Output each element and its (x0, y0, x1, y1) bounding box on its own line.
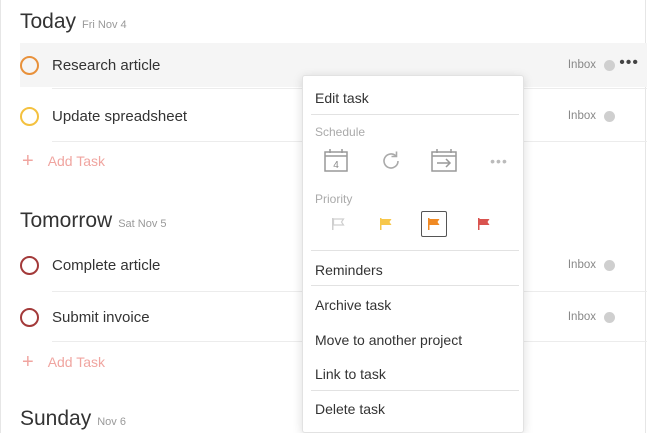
project-label: Inbox (567, 311, 596, 323)
plus-icon: + (22, 351, 34, 373)
menu-separator (311, 114, 519, 115)
calendar-day-number: 4 (333, 160, 339, 171)
priority-3-flag-icon[interactable] (375, 213, 397, 235)
project-color-dot (604, 311, 615, 323)
task-context-menu: Edit task Schedule 4 ••• Priority Remind… (302, 75, 524, 433)
project-label: Inbox (567, 59, 596, 71)
menu-separator (311, 390, 519, 391)
calendar-day-icon[interactable]: 4 (322, 147, 350, 175)
add-task-label: Add Task (47, 354, 106, 370)
task-name[interactable]: Complete article (52, 257, 160, 274)
task-name[interactable]: Update spreadsheet (52, 108, 187, 125)
menu-separator (311, 285, 519, 286)
priority-1-flag-icon[interactable] (473, 213, 495, 235)
repeat-icon[interactable] (377, 147, 405, 175)
task-project[interactable]: Inbox (568, 311, 615, 323)
task-checkbox[interactable] (20, 55, 39, 75)
plus-icon: + (22, 150, 34, 172)
project-color-dot (604, 59, 615, 71)
add-task-button[interactable]: + Add Task (22, 150, 106, 172)
project-color-dot (604, 110, 615, 122)
task-checkbox[interactable] (20, 255, 39, 275)
task-checkbox[interactable] (20, 106, 39, 126)
delete-task-menu-item[interactable]: Delete task (315, 401, 385, 417)
task-checkbox[interactable] (20, 307, 39, 327)
section-header-today: Today Fri Nov 4 (20, 10, 127, 34)
link-task-menu-item[interactable]: Link to task (315, 366, 386, 382)
menu-separator (311, 250, 519, 251)
section-date: Nov 6 (97, 416, 126, 428)
project-label: Inbox (567, 110, 596, 122)
priority-2-flag-icon[interactable] (421, 211, 447, 237)
postpone-icon[interactable] (429, 147, 459, 175)
more-options-icon[interactable]: ••• (487, 147, 511, 175)
schedule-label: Schedule (315, 125, 366, 139)
task-project[interactable]: Inbox (568, 259, 615, 271)
add-task-button[interactable]: + Add Task (22, 351, 106, 373)
add-task-label: Add Task (47, 153, 106, 169)
move-project-menu-item[interactable]: Move to another project (315, 332, 462, 348)
section-header-tomorrow: Tomorrow Sat Nov 5 (20, 209, 167, 233)
task-name[interactable]: Research article (52, 57, 160, 74)
project-color-dot (604, 259, 615, 271)
edit-task-menu-item[interactable]: Edit task (315, 90, 369, 106)
section-title: Sunday (20, 407, 92, 430)
section-date: Fri Nov 4 (82, 19, 127, 31)
section-title: Tomorrow (20, 209, 113, 232)
task-project[interactable]: Inbox (568, 110, 615, 122)
priority-label: Priority (315, 192, 353, 206)
archive-task-menu-item[interactable]: Archive task (315, 297, 391, 313)
section-date: Sat Nov 5 (118, 218, 167, 230)
task-name[interactable]: Submit invoice (52, 309, 150, 326)
priority-4-flag-icon[interactable] (327, 213, 349, 235)
reminders-menu-item[interactable]: Reminders (315, 262, 383, 278)
task-project[interactable]: Inbox (568, 59, 615, 71)
section-title: Today (20, 10, 77, 33)
project-label: Inbox (567, 259, 596, 271)
section-header-sunday: Sunday Nov 6 (20, 407, 126, 431)
more-horizontal-icon[interactable]: ••• (619, 55, 639, 71)
